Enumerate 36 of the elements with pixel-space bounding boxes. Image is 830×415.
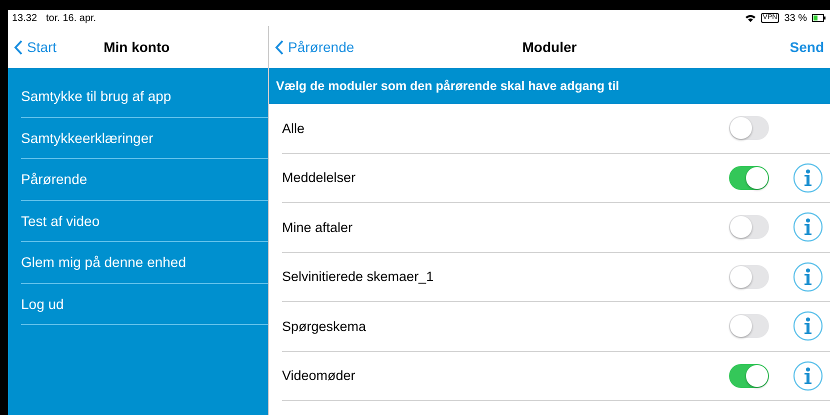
- chevron-left-icon: [275, 40, 284, 54]
- back-button[interactable]: Start: [14, 39, 57, 55]
- page-title: Moduler: [522, 39, 577, 55]
- info-icon[interactable]: [793, 311, 823, 342]
- back-button[interactable]: Pårørende: [275, 39, 354, 55]
- module-label: Videomøder: [282, 368, 356, 384]
- module-label: Selvinitierede skemaer_1: [282, 269, 435, 284]
- info-icon[interactable]: [793, 262, 823, 292]
- status-time: 13.32: [12, 12, 38, 24]
- section-header: Vælg de moduler som den pårørende skal have adgang til: [269, 68, 830, 104]
- toggle-switch[interactable]: [729, 314, 769, 338]
- wifi-icon: [744, 14, 756, 22]
- toggle-switch[interactable]: [729, 116, 769, 140]
- toggle-switch[interactable]: [729, 264, 769, 289]
- menu-item[interactable]: Log ud: [21, 284, 268, 325]
- info-icon[interactable]: [793, 360, 823, 391]
- module-label: Spørgeskema: [282, 318, 368, 334]
- battery-icon: [812, 14, 826, 22]
- module-label: Mine aftaler: [282, 220, 354, 235]
- send-button[interactable]: Send: [790, 39, 824, 55]
- toggle-switch[interactable]: [729, 166, 769, 190]
- module-label: Alle: [282, 120, 306, 136]
- sidebar-title: Min konto: [104, 39, 170, 55]
- info-icon[interactable]: [793, 212, 823, 242]
- menu-item[interactable]: Samtykkeerklæringer: [21, 118, 268, 159]
- module-label: Meddelelser: [282, 170, 357, 186]
- menu-item[interactable]: Glem mig på denne enhed: [21, 242, 268, 284]
- status-date: tor. 16. apr.: [46, 12, 96, 24]
- toggle-switch[interactable]: [729, 364, 769, 388]
- menu-item[interactable]: Pårørende: [21, 159, 268, 200]
- menu-item[interactable]: Samtykke til brug af app: [21, 76, 268, 118]
- battery-percent: 33 %: [784, 12, 807, 24]
- chevron-left-icon: [14, 40, 23, 54]
- info-icon[interactable]: [793, 162, 823, 193]
- toggle-switch[interactable]: [729, 215, 769, 240]
- menu-item[interactable]: Test af video: [21, 200, 268, 242]
